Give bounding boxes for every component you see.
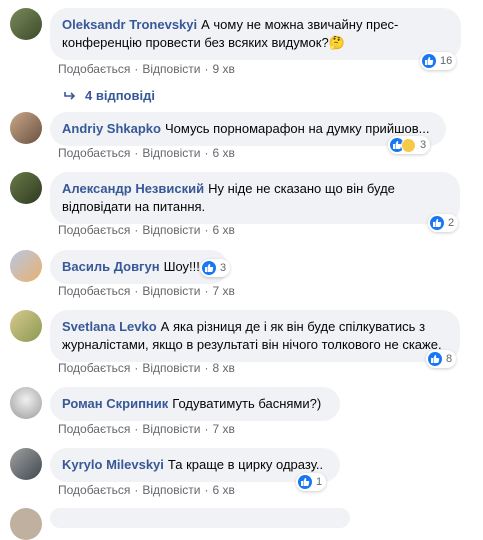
avatar[interactable] (10, 8, 42, 40)
comment-time[interactable]: 6 хв (212, 146, 234, 160)
like-icon (428, 352, 442, 366)
comment-author[interactable]: Роман Скрипник (62, 396, 168, 411)
comment-text: Шоу!!! (163, 259, 200, 274)
comment-actions: Подобається · Відповісти · 6 хв (58, 483, 235, 497)
comment-actions: Подобається · Відповісти · 6 хв (58, 223, 235, 237)
reaction-summary[interactable]: 16 (420, 52, 457, 70)
comment-author[interactable]: Svetlana Levko (62, 319, 157, 334)
comment-time[interactable]: 7 хв (212, 422, 234, 436)
avatar[interactable] (10, 448, 42, 480)
reaction-summary[interactable]: 1 (296, 473, 327, 491)
comment-time[interactable]: 7 хв (212, 284, 234, 298)
avatar[interactable] (10, 112, 42, 144)
comment-time[interactable]: 6 хв (212, 223, 234, 237)
comment-actions: Подобається · Відповісти · 6 хв (58, 146, 235, 160)
replies-count[interactable]: 4 відповіді (85, 88, 155, 103)
reply-button[interactable]: Відповісти (142, 146, 200, 160)
comment-text: Та краще в цирку одразу.. (167, 457, 324, 472)
reaction-count: 3 (420, 139, 427, 151)
reaction-summary[interactable]: 3 (388, 136, 431, 154)
comment-text: Годуватимуть баснями?) (172, 396, 322, 411)
reaction-summary[interactable]: 3 (200, 259, 231, 277)
like-icon (422, 54, 436, 68)
comment-bubble: Роман Скрипник Годуватимуть баснями?) (50, 387, 340, 421)
view-replies-link[interactable]: 4 відповіді (63, 88, 155, 103)
reaction-count: 16 (440, 55, 453, 67)
comment-time[interactable]: 8 хв (212, 361, 234, 375)
reaction-count: 8 (446, 353, 453, 365)
avatar[interactable] (10, 310, 42, 342)
reply-button[interactable]: Відповісти (142, 284, 200, 298)
avatar[interactable] (10, 172, 42, 204)
reaction-summary[interactable]: 2 (428, 214, 459, 232)
like-icon (298, 475, 312, 489)
like-button[interactable]: Подобається (58, 146, 130, 160)
comment-time[interactable]: 9 хв (212, 62, 234, 76)
comment-author[interactable]: Oleksandr Tronevskyi (62, 17, 197, 32)
comment-author[interactable]: Kyrylo Milevskyi (62, 457, 164, 472)
comment-text: Чомусь порномарафон на думку прийшов... (164, 121, 430, 136)
like-button[interactable]: Подобається (58, 422, 130, 436)
comment-bubble: Александр Незвиский Ну ніде не сказано що… (50, 172, 460, 224)
comment-author[interactable]: Василь Довгун (62, 259, 160, 274)
avatar[interactable] (10, 250, 42, 282)
comment-actions: Подобається · Відповісти · 9 хв (58, 62, 235, 76)
comment-bubble: Oleksandr Tronevskyi А чому не можна звич… (50, 8, 461, 60)
like-button[interactable]: Подобається (58, 361, 130, 375)
comment-actions: Подобається · Відповісти · 8 хв (58, 361, 235, 375)
like-button[interactable]: Подобається (58, 62, 130, 76)
like-button[interactable]: Подобається (58, 284, 130, 298)
reaction-count: 3 (220, 262, 227, 274)
haha-icon (401, 137, 416, 153)
reply-arrow-icon (64, 91, 76, 100)
avatar[interactable] (10, 508, 42, 540)
comment-author[interactable]: Александр Незвиский (62, 181, 204, 196)
reaction-summary[interactable]: 8 (426, 350, 457, 368)
reply-button[interactable]: Відповісти (142, 62, 200, 76)
reaction-count: 1 (316, 476, 323, 488)
comment-actions: Подобається · Відповісти · 7 хв (58, 422, 235, 436)
like-button[interactable]: Подобається (58, 483, 130, 497)
like-icon (430, 216, 444, 230)
comment-author[interactable]: Andriy Shkapko (62, 121, 161, 136)
reply-button[interactable]: Відповісти (142, 483, 200, 497)
like-button[interactable]: Подобається (58, 223, 130, 237)
comment-bubble: Andriy Shkapko Чомусь порномарафон на дум… (50, 112, 446, 146)
like-icon (202, 261, 216, 275)
reaction-count: 2 (448, 217, 455, 229)
comment-bubble (50, 508, 350, 528)
comment-time[interactable]: 6 хв (212, 483, 234, 497)
avatar[interactable] (10, 387, 42, 419)
comment-actions: Подобається · Відповісти · 7 хв (58, 284, 235, 298)
reply-button[interactable]: Відповісти (142, 422, 200, 436)
reply-button[interactable]: Відповісти (142, 223, 200, 237)
reply-button[interactable]: Відповісти (142, 361, 200, 375)
comment-bubble: Svetlana Levko А яка різниця де і як він … (50, 310, 460, 362)
